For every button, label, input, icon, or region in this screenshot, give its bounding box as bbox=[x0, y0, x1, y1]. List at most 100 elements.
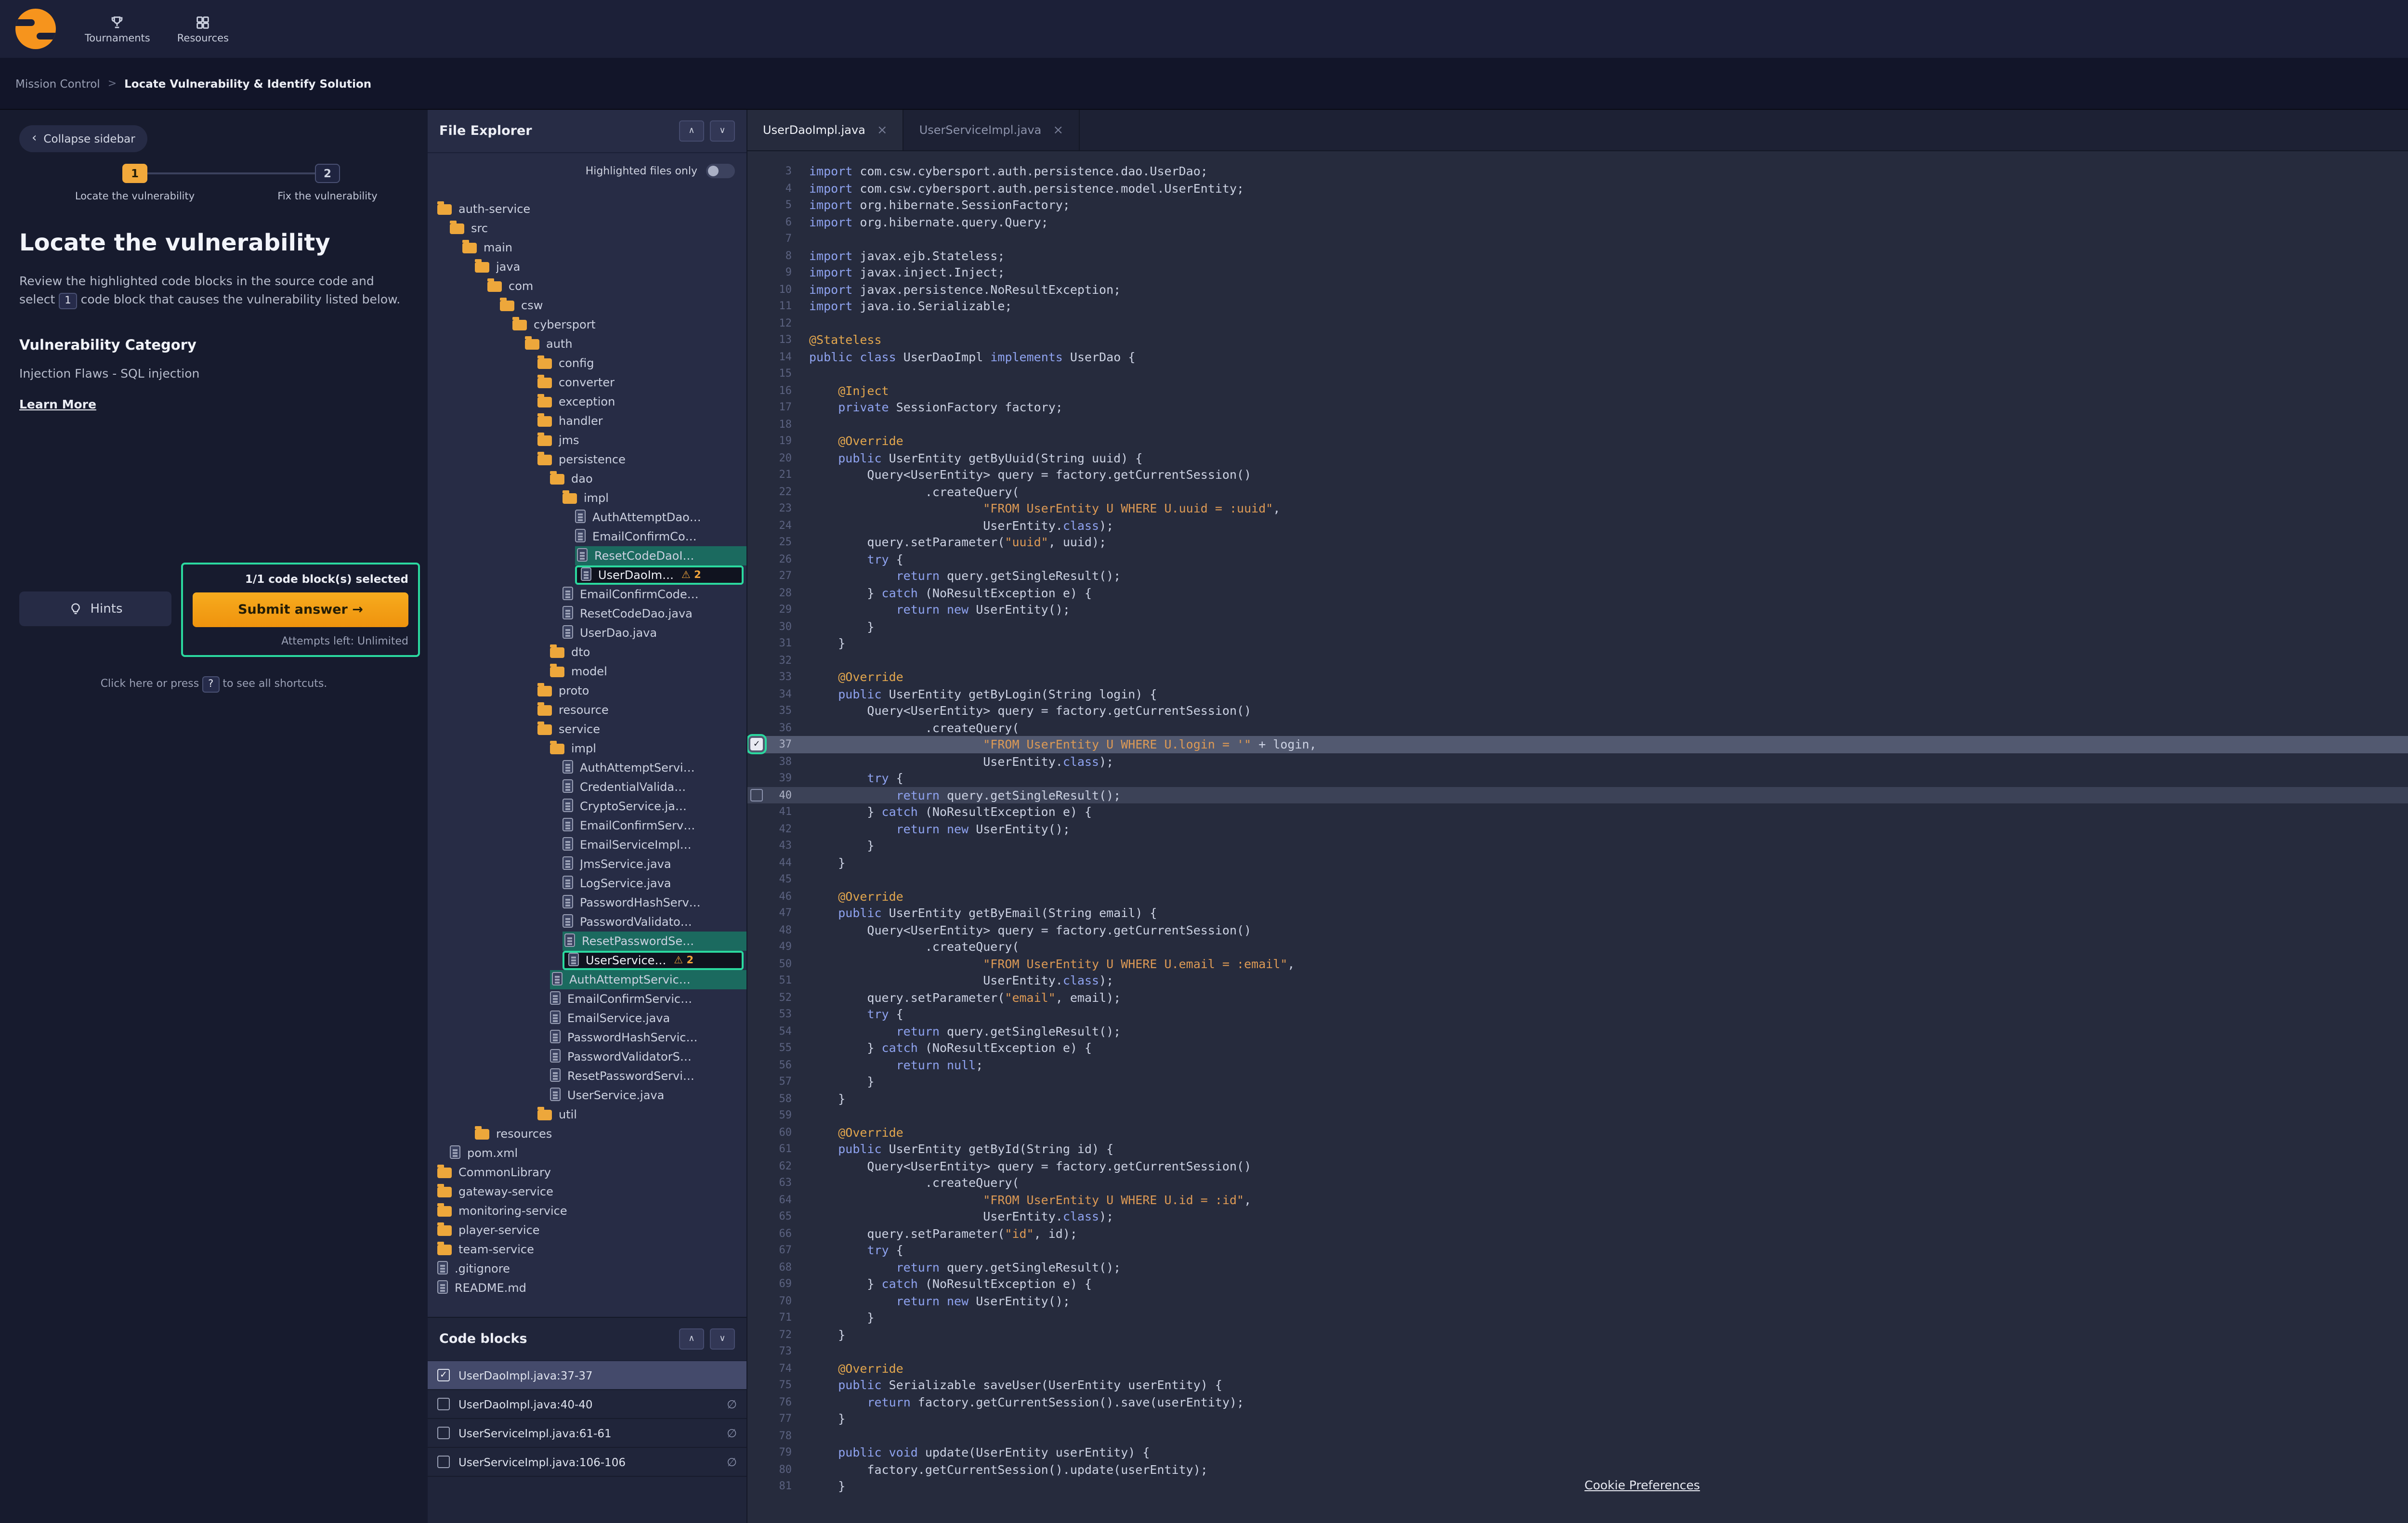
code-block-row[interactable]: UserServiceImpl.java:106-106∅ bbox=[428, 1448, 746, 1477]
tree-item[interactable]: CredentialValida… bbox=[428, 777, 746, 797]
gutter bbox=[747, 1157, 767, 1174]
shortcuts-hint[interactable]: Click here or press ? to see all shortcu… bbox=[0, 676, 428, 693]
tree-item[interactable]: monitoring-service bbox=[428, 1201, 746, 1221]
code-block-row[interactable]: UserServiceImpl.java:61-61∅ bbox=[428, 1419, 746, 1448]
tree-item[interactable]: csw bbox=[428, 296, 746, 315]
tree-item[interactable]: dao bbox=[428, 469, 746, 488]
tree-item[interactable]: main bbox=[428, 238, 746, 257]
breadcrumb-item[interactable]: Mission Control bbox=[15, 77, 100, 90]
tree-item[interactable]: impl bbox=[428, 488, 746, 508]
tree-item[interactable]: persistence bbox=[428, 450, 746, 469]
nav-item-resources[interactable]: Resources bbox=[177, 14, 229, 44]
tree-item[interactable]: service bbox=[428, 720, 746, 739]
gutter bbox=[747, 230, 767, 247]
tree-item[interactable]: handler bbox=[428, 411, 746, 431]
tree-item[interactable]: proto bbox=[428, 681, 746, 700]
code-block-checkbox[interactable] bbox=[437, 1398, 450, 1410]
tree-item[interactable]: ResetCodeDaoI… bbox=[575, 546, 746, 565]
tree-item[interactable]: .gitignore bbox=[428, 1259, 746, 1278]
tree-item-label: UserDaoIm… bbox=[598, 568, 674, 582]
tree-item[interactable]: config bbox=[428, 354, 746, 373]
tree-item[interactable]: EmailConfirmServic… bbox=[428, 989, 746, 1009]
tree-item[interactable]: EmailConfirmServ… bbox=[428, 816, 746, 835]
close-tab-icon[interactable]: × bbox=[877, 123, 888, 137]
tree-item[interactable]: converter bbox=[428, 373, 746, 392]
tree-item[interactable]: UserDaoIm…⚠ 2 bbox=[575, 565, 744, 585]
highlighted-code-line[interactable]: ✓37 "FROM UserEntity U WHERE U.login = '… bbox=[747, 736, 2408, 753]
tree-item[interactable]: model bbox=[428, 662, 746, 681]
tree-item[interactable]: PasswordValidato… bbox=[428, 912, 746, 932]
tree-item-label: AuthAttemptDao… bbox=[592, 511, 701, 524]
tree-item[interactable]: EmailServiceImpl… bbox=[428, 835, 746, 854]
cookie-preferences-link[interactable]: Cookie Preferences bbox=[1584, 1478, 1700, 1492]
tree-item[interactable]: ResetPasswordSe… bbox=[563, 932, 746, 951]
tree-item[interactable]: cybersport bbox=[428, 315, 746, 334]
tree-item[interactable]: AuthAttemptServi… bbox=[428, 758, 746, 777]
tree-item[interactable]: resource bbox=[428, 700, 746, 720]
tree-item[interactable]: UserService.java bbox=[428, 1086, 746, 1105]
prev-block-button[interactable]: ∧ bbox=[679, 1328, 704, 1350]
tree-item[interactable]: CryptoService.ja… bbox=[428, 797, 746, 816]
tree-item[interactable]: PasswordValidatorS… bbox=[428, 1047, 746, 1066]
learn-more-link[interactable]: Learn More bbox=[19, 397, 96, 411]
tree-item[interactable]: LogService.java bbox=[428, 874, 746, 893]
collapse-sidebar-button[interactable]: ‹ Collapse sidebar bbox=[19, 125, 148, 152]
code-block-row[interactable]: UserDaoImpl.java:40-40∅ bbox=[428, 1390, 746, 1419]
prev-highlight-button[interactable]: ∧ bbox=[679, 120, 704, 142]
tree-item[interactable]: jms bbox=[428, 431, 746, 450]
tree-item[interactable]: gateway-service bbox=[428, 1182, 746, 1201]
line-select-checkbox[interactable] bbox=[750, 788, 763, 801]
tree-item[interactable]: resources bbox=[428, 1124, 746, 1143]
tree-item[interactable]: pom.xml bbox=[428, 1143, 746, 1163]
code-block-checkbox[interactable] bbox=[437, 1427, 450, 1439]
tree-item[interactable]: src bbox=[428, 219, 746, 238]
tree-item[interactable]: JmsService.java bbox=[428, 854, 746, 874]
tree-item[interactable]: EmailConfirmCode… bbox=[428, 585, 746, 604]
highlighted-files-toggle[interactable] bbox=[706, 163, 735, 178]
code-block-checkbox[interactable]: ✓ bbox=[437, 1369, 450, 1381]
blocked-icon: ∅ bbox=[727, 1426, 737, 1440]
code-block-checkbox[interactable] bbox=[437, 1456, 450, 1468]
editor-tab[interactable]: UserServiceImpl.java× bbox=[904, 110, 1080, 150]
tree-item[interactable]: UserDao.java bbox=[428, 623, 746, 643]
tree-item[interactable]: AuthAttemptServic… bbox=[550, 970, 746, 989]
tree-item[interactable]: player-service bbox=[428, 1221, 746, 1240]
code-blocks-header: Code blocks ∧ ∨ bbox=[428, 1318, 746, 1361]
tree-item[interactable]: PasswordHashServic… bbox=[428, 1028, 746, 1047]
line-number: 45 bbox=[767, 873, 792, 886]
next-block-button[interactable]: ∨ bbox=[710, 1328, 735, 1350]
tree-item[interactable]: util bbox=[428, 1105, 746, 1124]
breadcrumb-bar: Mission Control>Locate Vulnerability & I… bbox=[0, 58, 2408, 110]
hints-button[interactable]: Hints bbox=[19, 591, 171, 626]
tree-item[interactable]: PasswordHashServ… bbox=[428, 893, 746, 912]
tree-item-label: persistence bbox=[559, 453, 626, 466]
tree-item[interactable]: AuthAttemptDao… bbox=[428, 508, 746, 527]
next-highlight-button[interactable]: ∨ bbox=[710, 120, 735, 142]
nav-item-tournaments[interactable]: Tournaments bbox=[85, 14, 150, 44]
tree-item[interactable]: exception bbox=[428, 392, 746, 411]
highlighted-code-line[interactable]: 40 return query.getSingleResult(); bbox=[747, 787, 2408, 803]
tree-item[interactable]: impl bbox=[428, 739, 746, 758]
tree-item[interactable]: auth bbox=[428, 334, 746, 354]
app-logo-icon[interactable] bbox=[15, 9, 56, 49]
tree-item[interactable]: team-service bbox=[428, 1240, 746, 1259]
tree-item[interactable]: CommonLibrary bbox=[428, 1163, 746, 1182]
editor-tab[interactable]: UserDaoImpl.java× bbox=[747, 110, 904, 150]
code-line: 32 bbox=[747, 652, 2408, 669]
code-text: } catch (NoResultException e) { bbox=[809, 1041, 2408, 1055]
tree-item[interactable]: auth-service bbox=[428, 199, 746, 219]
tree-item-label: proto bbox=[559, 684, 589, 697]
tree-item[interactable]: ResetCodeDao.java bbox=[428, 604, 746, 623]
tree-item[interactable]: EmailConfirmCo… bbox=[428, 527, 746, 546]
tree-item[interactable]: EmailService.java bbox=[428, 1009, 746, 1028]
tree-item[interactable]: dto bbox=[428, 643, 746, 662]
code-block-row[interactable]: ✓UserDaoImpl.java:37-37 bbox=[428, 1361, 746, 1390]
line-select-checkbox[interactable]: ✓ bbox=[750, 738, 763, 750]
tree-item[interactable]: java bbox=[428, 257, 746, 276]
submit-answer-button[interactable]: Submit answer → bbox=[193, 592, 408, 627]
tree-item[interactable]: com bbox=[428, 276, 746, 296]
tree-item[interactable]: ResetPasswordServi… bbox=[428, 1066, 746, 1086]
tree-item[interactable]: README.md bbox=[428, 1278, 746, 1298]
tree-item[interactable]: UserService…⚠ 2 bbox=[563, 951, 744, 970]
close-tab-icon[interactable]: × bbox=[1053, 123, 1063, 137]
